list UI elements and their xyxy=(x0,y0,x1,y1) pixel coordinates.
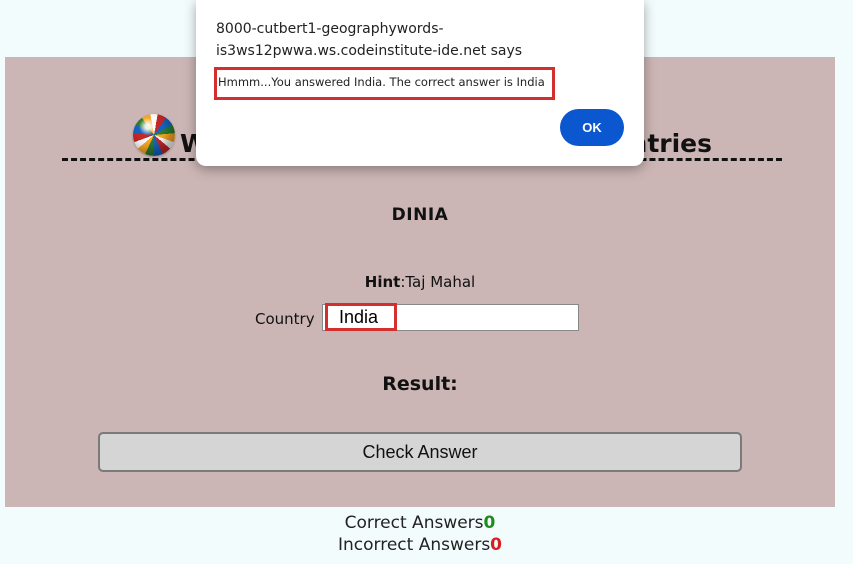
dialog-ok-button[interactable]: OK xyxy=(560,109,624,146)
dialog-message: Hmmm...You answered India. The correct a… xyxy=(214,67,555,100)
country-input[interactable] xyxy=(322,304,579,331)
scrambled-word: DINIA xyxy=(391,205,449,225)
dialog-message-text: Hmmm...You answered India. The correct a… xyxy=(218,75,545,89)
incorrect-answers-label: Incorrect Answers xyxy=(337,535,491,555)
incorrect-answers: Incorrect Answers0 xyxy=(0,535,840,555)
correct-answers-count: 0 xyxy=(483,513,496,533)
hint-row: Hint:Taj Mahal xyxy=(5,273,835,291)
hint-text: :Taj Mahal xyxy=(400,273,476,291)
hint-label: Hint xyxy=(364,273,401,291)
check-answer-button[interactable]: Check Answer xyxy=(98,432,742,472)
correct-answers: Correct Answers0 xyxy=(0,513,840,533)
correct-answers-label: Correct Answers xyxy=(344,513,484,533)
alert-dialog: 8000-cutbert1-geographywords-is3ws12pwwa… xyxy=(196,0,644,166)
country-label: Country xyxy=(255,310,315,328)
dialog-origin: 8000-cutbert1-geographywords-is3ws12pwwa… xyxy=(216,21,523,59)
incorrect-answers-count: 0 xyxy=(490,535,503,555)
result-label: Result: xyxy=(382,373,458,395)
